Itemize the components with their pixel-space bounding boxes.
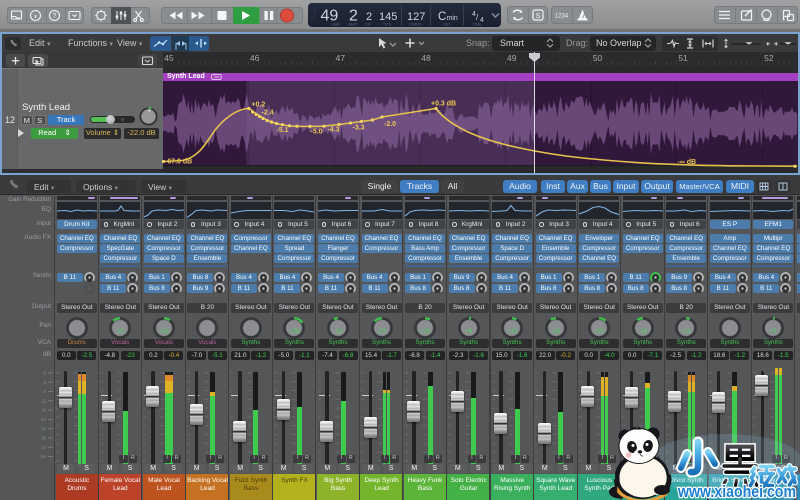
svg-text:-5.0: -5.0 [311,129,323,136]
svg-text:18: 18 [41,408,47,413]
svg-text:-2.0: -2.0 [384,121,396,128]
svg-text:-67.0 dB: -67.0 dB [165,159,192,166]
svg-text:-3.3: -3.3 [353,125,365,132]
svg-text:36: 36 [41,436,47,441]
svg-text:54: 54 [41,454,47,459]
svg-text:24: 24 [41,417,47,422]
svg-text:12: 12 [41,398,47,403]
svg-text:42: 42 [41,445,47,450]
svg-text:6: 6 [43,371,46,376]
svg-text:+0.2: +0.2 [252,102,266,109]
svg-text:6: 6 [43,389,46,394]
svg-text:0: 0 [43,380,46,385]
svg-text:-∞ dB: -∞ dB [678,159,697,166]
svg-text:+0.3 dB: +0.3 dB [431,101,456,108]
svg-text:-4.3: -4.3 [328,127,340,134]
svg-text:30: 30 [41,426,47,431]
svg-text:-5.1: -5.1 [277,127,289,134]
svg-text:www.xiaohei.com: www.xiaohei.com [677,483,796,500]
svg-text:-2.4: -2.4 [262,110,274,117]
